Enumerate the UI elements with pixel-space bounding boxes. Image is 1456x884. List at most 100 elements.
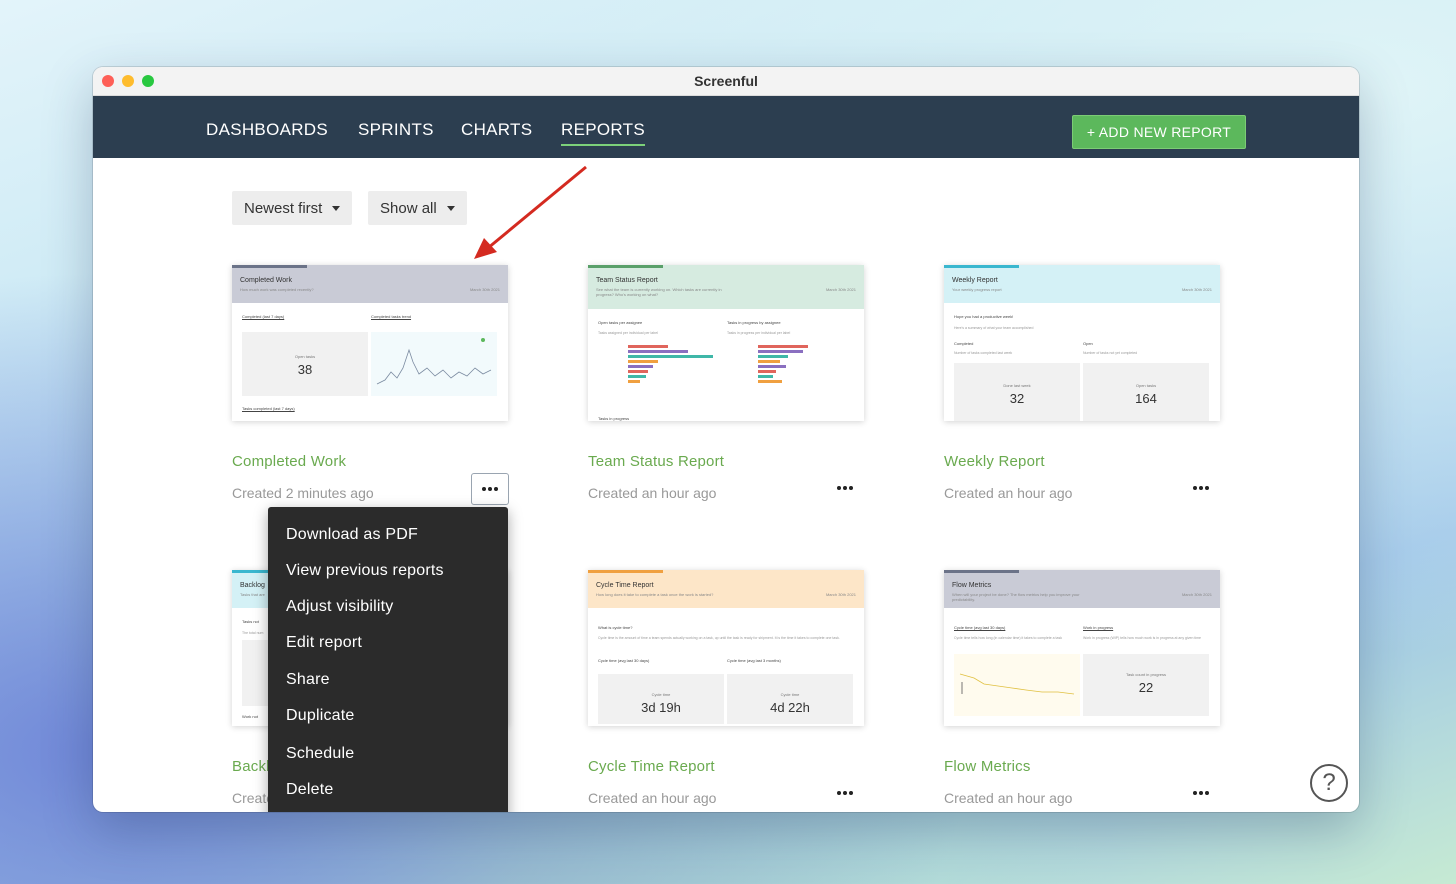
- preview-trend-chart: [371, 332, 497, 396]
- menu-edit-report[interactable]: Edit report: [286, 634, 362, 652]
- kpi-value: 22: [1138, 680, 1154, 695]
- kpi-label: Open tasks: [1135, 383, 1157, 388]
- nav-sprints[interactable]: SPRINTS: [358, 120, 434, 140]
- preview-title: Weekly Report: [952, 277, 998, 284]
- preview-intro: Hope you had a productive week!: [954, 314, 1014, 319]
- nav-charts[interactable]: CHARTS: [461, 120, 532, 140]
- preview-kpi: Cycle time 3d 19h: [598, 674, 724, 724]
- preview-date: March 30th 2021: [469, 287, 500, 292]
- kpi-value: 3d 19h: [641, 700, 681, 715]
- preview-footer-label: Tasks in progress: [598, 416, 630, 421]
- preview-bar-chart: [758, 345, 848, 385]
- kpi-label: Cycle time: [651, 692, 671, 697]
- preview-date: March 30th 2021: [825, 592, 856, 597]
- trend-line-graphic: [376, 338, 492, 385]
- preview-footer-label: Tasks completed (last 7 days): [242, 406, 295, 411]
- report-preview[interactable]: Completed Work How much work was complet…: [232, 265, 508, 421]
- preview-title: Team Status Report: [596, 277, 658, 284]
- preview-title: Backlog: [240, 582, 265, 589]
- title-bar: Screenful: [93, 67, 1359, 96]
- menu-share[interactable]: Share: [286, 671, 330, 689]
- preview-subtitle: When will your project be done? The flow…: [952, 592, 1080, 602]
- preview-section-label: Completed tasks trend: [371, 314, 412, 319]
- report-options-button[interactable]: [827, 473, 863, 503]
- report-card-completed-work: Completed Work How much work was complet…: [232, 265, 509, 505]
- preview-subtitle: See what the team is currently working o…: [596, 287, 722, 297]
- preview-cycle-time-chart: [954, 654, 1080, 716]
- preview-note: Here's a summary of what your team accom…: [954, 326, 1034, 330]
- report-options-button[interactable]: [827, 778, 863, 808]
- report-created-time: Created an hour ago: [588, 790, 717, 806]
- report-title[interactable]: Cycle Time Report: [588, 758, 715, 775]
- report-options-button[interactable]: [1183, 473, 1219, 503]
- menu-adjust-visibility[interactable]: Adjust visibility: [286, 598, 393, 616]
- kpi-label: Task count in progress: [1125, 672, 1167, 677]
- menu-duplicate[interactable]: Duplicate: [286, 707, 355, 725]
- preview-note: Number of tasks not yet completed: [1083, 351, 1138, 355]
- report-options-button[interactable]: [471, 473, 509, 505]
- preview-kpi: Cycle time 4d 22h: [727, 674, 853, 724]
- report-preview[interactable]: Team Status Report See what the team is …: [588, 265, 864, 421]
- preview-note: Cycle time tells how long (in calendar t…: [954, 636, 1062, 640]
- sort-dropdown-label: Newest first: [244, 199, 323, 217]
- window-title: Screenful: [694, 73, 758, 89]
- report-created-time: Created an hour ago: [944, 790, 1073, 806]
- preview-section-label: Cycle time (avg last 30 days): [598, 658, 650, 663]
- add-new-report-button[interactable]: + ADD NEW REPORT: [1072, 115, 1246, 149]
- caret-down-icon: [446, 205, 455, 211]
- report-title[interactable]: Team Status Report: [588, 453, 724, 470]
- kpi-label: Open tasks: [294, 354, 316, 359]
- menu-schedule[interactable]: Schedule: [286, 745, 354, 763]
- report-context-menu: Download as PDF View previous reports Ad…: [268, 507, 508, 812]
- preview-subtitle: How much work was completed recently?: [240, 287, 314, 292]
- caret-down-icon: [332, 205, 341, 211]
- menu-view-previous-reports[interactable]: View previous reports: [286, 562, 444, 580]
- preview-title: Flow Metrics: [952, 582, 992, 589]
- top-navbar: DASHBOARDS SPRINTS CHARTS REPORTS + ADD …: [93, 96, 1359, 158]
- preview-note: Tasks assigned per individual per label: [598, 331, 658, 335]
- report-card-weekly: Weekly Report Your weekly progress repor…: [944, 265, 1220, 501]
- kpi-value: 38: [297, 362, 313, 377]
- preview-date: March 30th 2021: [825, 287, 856, 292]
- preview-section-label: Tasks not: [242, 619, 259, 624]
- cycle-time-line-graphic: [959, 673, 1075, 695]
- preview-section-label: Tasks in progress by assignee: [727, 320, 781, 325]
- help-button[interactable]: ?: [1310, 764, 1348, 802]
- preview-section-label: Open tasks per assignee: [598, 320, 643, 325]
- preview-footer-label: Work not: [242, 714, 258, 719]
- report-options-button[interactable]: [1183, 778, 1219, 808]
- menu-download-pdf[interactable]: Download as PDF: [286, 526, 418, 544]
- sort-dropdown[interactable]: Newest first: [232, 191, 353, 225]
- visibility-dropdown-label: Show all: [380, 199, 437, 217]
- ellipsis-icon: [837, 486, 853, 490]
- report-title[interactable]: Flow Metrics: [944, 758, 1031, 775]
- preview-section-label: Completed: [954, 341, 974, 346]
- report-card-team-status: Team Status Report See what the team is …: [588, 265, 864, 501]
- report-preview[interactable]: Weekly Report Your weekly progress repor…: [944, 265, 1220, 421]
- preview-section-label: Completed (last 7 days): [242, 314, 285, 319]
- ellipsis-icon: [1193, 486, 1209, 490]
- preview-note: Number of tasks completed last week: [954, 351, 1013, 355]
- nav-dashboards[interactable]: DASHBOARDS: [206, 120, 328, 140]
- preview-note: Tasks in progress per individual per lab…: [727, 331, 791, 335]
- add-new-report-label: + ADD NEW REPORT: [1086, 124, 1232, 140]
- kpi-label: Done last week: [1003, 383, 1031, 388]
- ellipsis-icon: [1193, 791, 1209, 795]
- preview-kpi: Open tasks 38: [242, 332, 368, 396]
- report-card-flow-metrics: Flow Metrics When will your project be d…: [944, 570, 1220, 806]
- kpi-value: 164: [1135, 391, 1157, 406]
- preview-title: Cycle Time Report: [596, 582, 654, 589]
- preview-kpi: Task count in progress 22: [1083, 654, 1209, 716]
- report-title[interactable]: Weekly Report: [944, 453, 1045, 470]
- report-preview[interactable]: Cycle Time Report How long does it take …: [588, 570, 864, 726]
- visibility-dropdown[interactable]: Show all: [368, 191, 467, 225]
- menu-delete[interactable]: Delete: [286, 781, 333, 799]
- kpi-label: Cycle time: [780, 692, 800, 697]
- report-title[interactable]: Completed Work: [232, 453, 346, 470]
- preview-section-label: Work in progress: [1083, 625, 1114, 630]
- preview-note: Cycle time is the amount of time a team …: [598, 636, 840, 640]
- report-card-cycle-time: Cycle Time Report How long does it take …: [588, 570, 864, 806]
- app-window: Screenful DASHBOARDS SPRINTS CHARTS REPO…: [93, 67, 1359, 812]
- report-preview[interactable]: Flow Metrics When will your project be d…: [944, 570, 1220, 726]
- nav-reports[interactable]: REPORTS: [561, 120, 645, 146]
